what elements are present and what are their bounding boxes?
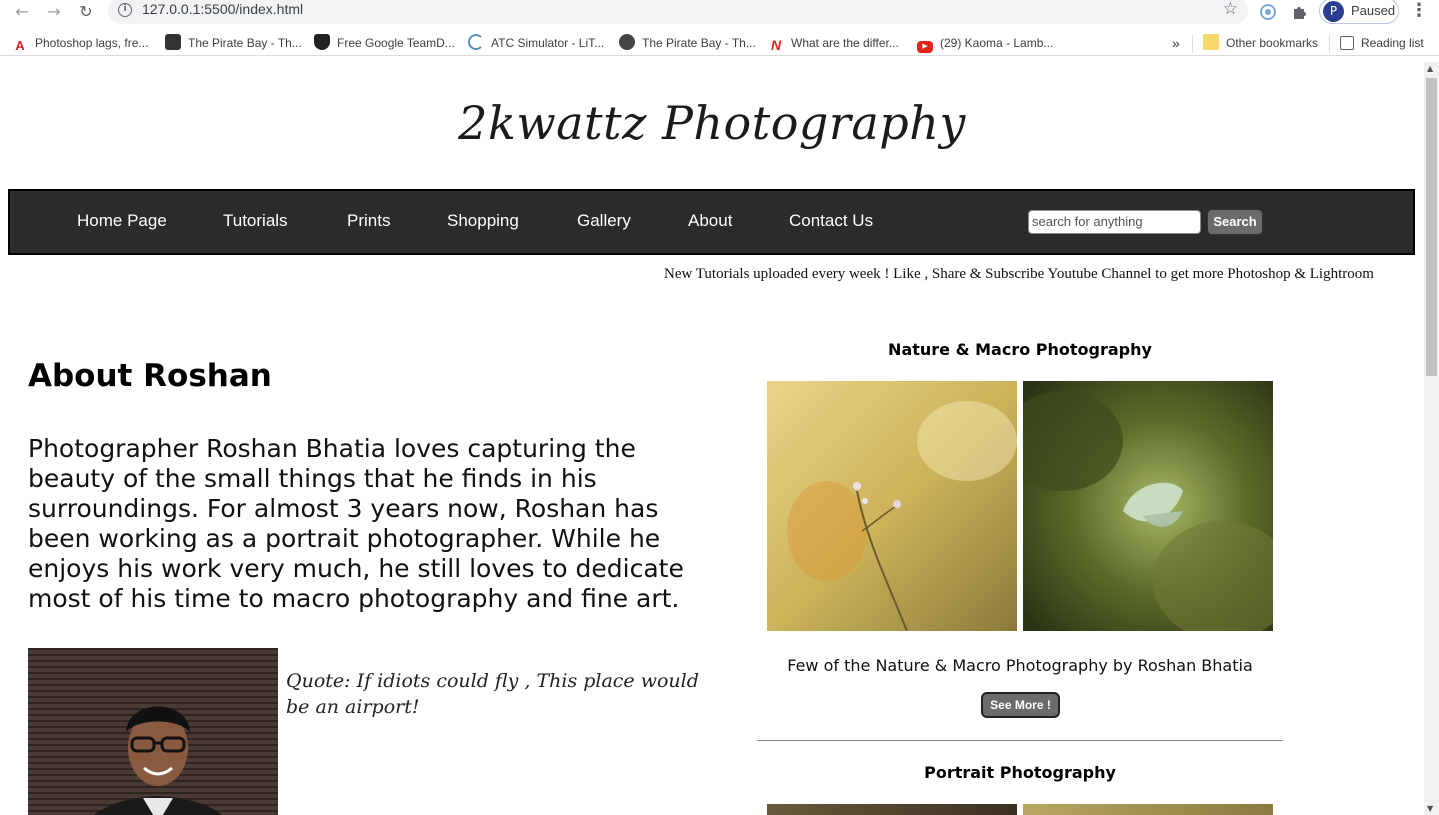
section-divider xyxy=(757,740,1283,741)
portrait-photo xyxy=(28,648,278,815)
profile-button[interactable]: P Paused xyxy=(1319,0,1399,24)
bookmarks-overflow[interactable]: » xyxy=(1172,34,1180,52)
portrait-photo-1[interactable] xyxy=(767,804,1017,815)
search-button[interactable]: Search xyxy=(1207,209,1263,235)
other-bookmarks[interactable]: Other bookmarks xyxy=(1203,34,1318,52)
extension-icon[interactable] xyxy=(1258,2,1278,22)
nature-caption: Few of the Nature & Macro Photography by… xyxy=(787,656,1253,675)
reload-icon[interactable]: ↻ xyxy=(76,2,96,22)
browser-toolbar: ← → ↻ i 127.0.0.1:5500/index.html ☆ P Pa… xyxy=(0,0,1439,24)
bookmarks-divider xyxy=(1329,35,1330,53)
nav-home[interactable]: Home Page xyxy=(77,211,167,231)
menu-kebab-icon[interactable]: ⋮ xyxy=(1410,0,1428,21)
bookmark-item[interactable]: Free Google TeamD... xyxy=(314,34,455,52)
site-title: 2kwattz Photography xyxy=(458,96,966,150)
bookmark-item[interactable]: The Pirate Bay - Th... xyxy=(165,34,302,52)
bookmark-item[interactable]: N What are the differ... xyxy=(768,34,899,53)
url-text[interactable]: 127.0.0.1:5500/index.html xyxy=(142,1,303,17)
circle-icon xyxy=(619,34,635,50)
nav-prints[interactable]: Prints xyxy=(347,211,390,231)
youtube-icon: ▶ xyxy=(917,41,933,53)
forward-arrow-icon[interactable]: → xyxy=(44,2,64,22)
nav-tutorials[interactable]: Tutorials xyxy=(223,211,288,231)
nature-section-title: Nature & Macro Photography xyxy=(888,340,1152,359)
avatar: P xyxy=(1323,1,1344,22)
main-navbar: Home Page Tutorials Prints Shopping Gall… xyxy=(8,189,1415,255)
announcement-marquee: New Tutorials uploaded every week ! Like… xyxy=(664,266,1374,282)
scroll-up-arrow-icon[interactable]: ▲ xyxy=(1427,64,1433,73)
search-input[interactable]: search for anything xyxy=(1028,210,1201,234)
about-paragraph: Photographer Roshan Bhatia loves capturi… xyxy=(28,434,684,613)
puzzle-icon[interactable] xyxy=(1290,2,1310,22)
back-arrow-icon[interactable]: ← xyxy=(12,2,32,22)
scroll-down-arrow-icon[interactable]: ▼ xyxy=(1427,804,1433,813)
about-heading: About Roshan xyxy=(28,358,272,394)
nature-photo-butterfly[interactable] xyxy=(1023,381,1273,631)
shield-icon xyxy=(314,34,330,50)
nature-photo-flower[interactable] xyxy=(767,381,1017,631)
reading-list[interactable]: Reading list xyxy=(1340,34,1424,52)
bookmark-item[interactable]: ATC Simulator - LiT... xyxy=(468,34,604,52)
info-icon[interactable]: i xyxy=(118,3,132,17)
nav-about[interactable]: About xyxy=(688,211,732,231)
scroll-thumb[interactable] xyxy=(1426,78,1437,376)
see-more-button[interactable]: See More ! xyxy=(981,692,1060,718)
portrait-photo-2[interactable] xyxy=(1023,804,1273,815)
folder-icon xyxy=(1203,34,1219,50)
adobe-icon: A xyxy=(12,38,28,54)
nav-gallery[interactable]: Gallery xyxy=(577,211,631,231)
quote-text: Quote: If idiots could fly , This place … xyxy=(286,670,699,718)
nav-contact[interactable]: Contact Us xyxy=(789,211,873,231)
page-viewport: 2kwattz Photography Home Page Tutorials … xyxy=(0,62,1424,815)
nav-shopping[interactable]: Shopping xyxy=(447,211,519,231)
portrait-section-title: Portrait Photography xyxy=(924,763,1116,782)
page-scrollbar[interactable]: ▲ ▼ xyxy=(1424,62,1439,815)
pirate-ship-icon xyxy=(165,34,181,50)
bookmarks-bar: A Photoshop lags, fre... The Pirate Bay -… xyxy=(0,30,1439,56)
bookmark-item[interactable]: The Pirate Bay - Th... xyxy=(619,34,756,52)
n-logo-icon: N xyxy=(770,37,782,53)
bookmark-item[interactable]: A Photoshop lags, fre... xyxy=(12,34,148,54)
bookmarks-divider xyxy=(1192,35,1193,53)
bookmark-star-icon[interactable]: ☆ xyxy=(1223,0,1238,19)
address-bar[interactable]: i 127.0.0.1:5500/index.html ☆ xyxy=(108,0,1248,24)
bookmark-item[interactable]: ▶ (29) Kaoma - Lamb... xyxy=(917,34,1053,53)
reading-list-icon xyxy=(1340,36,1354,50)
profile-status: Paused xyxy=(1351,3,1396,18)
atc-icon xyxy=(468,34,484,50)
